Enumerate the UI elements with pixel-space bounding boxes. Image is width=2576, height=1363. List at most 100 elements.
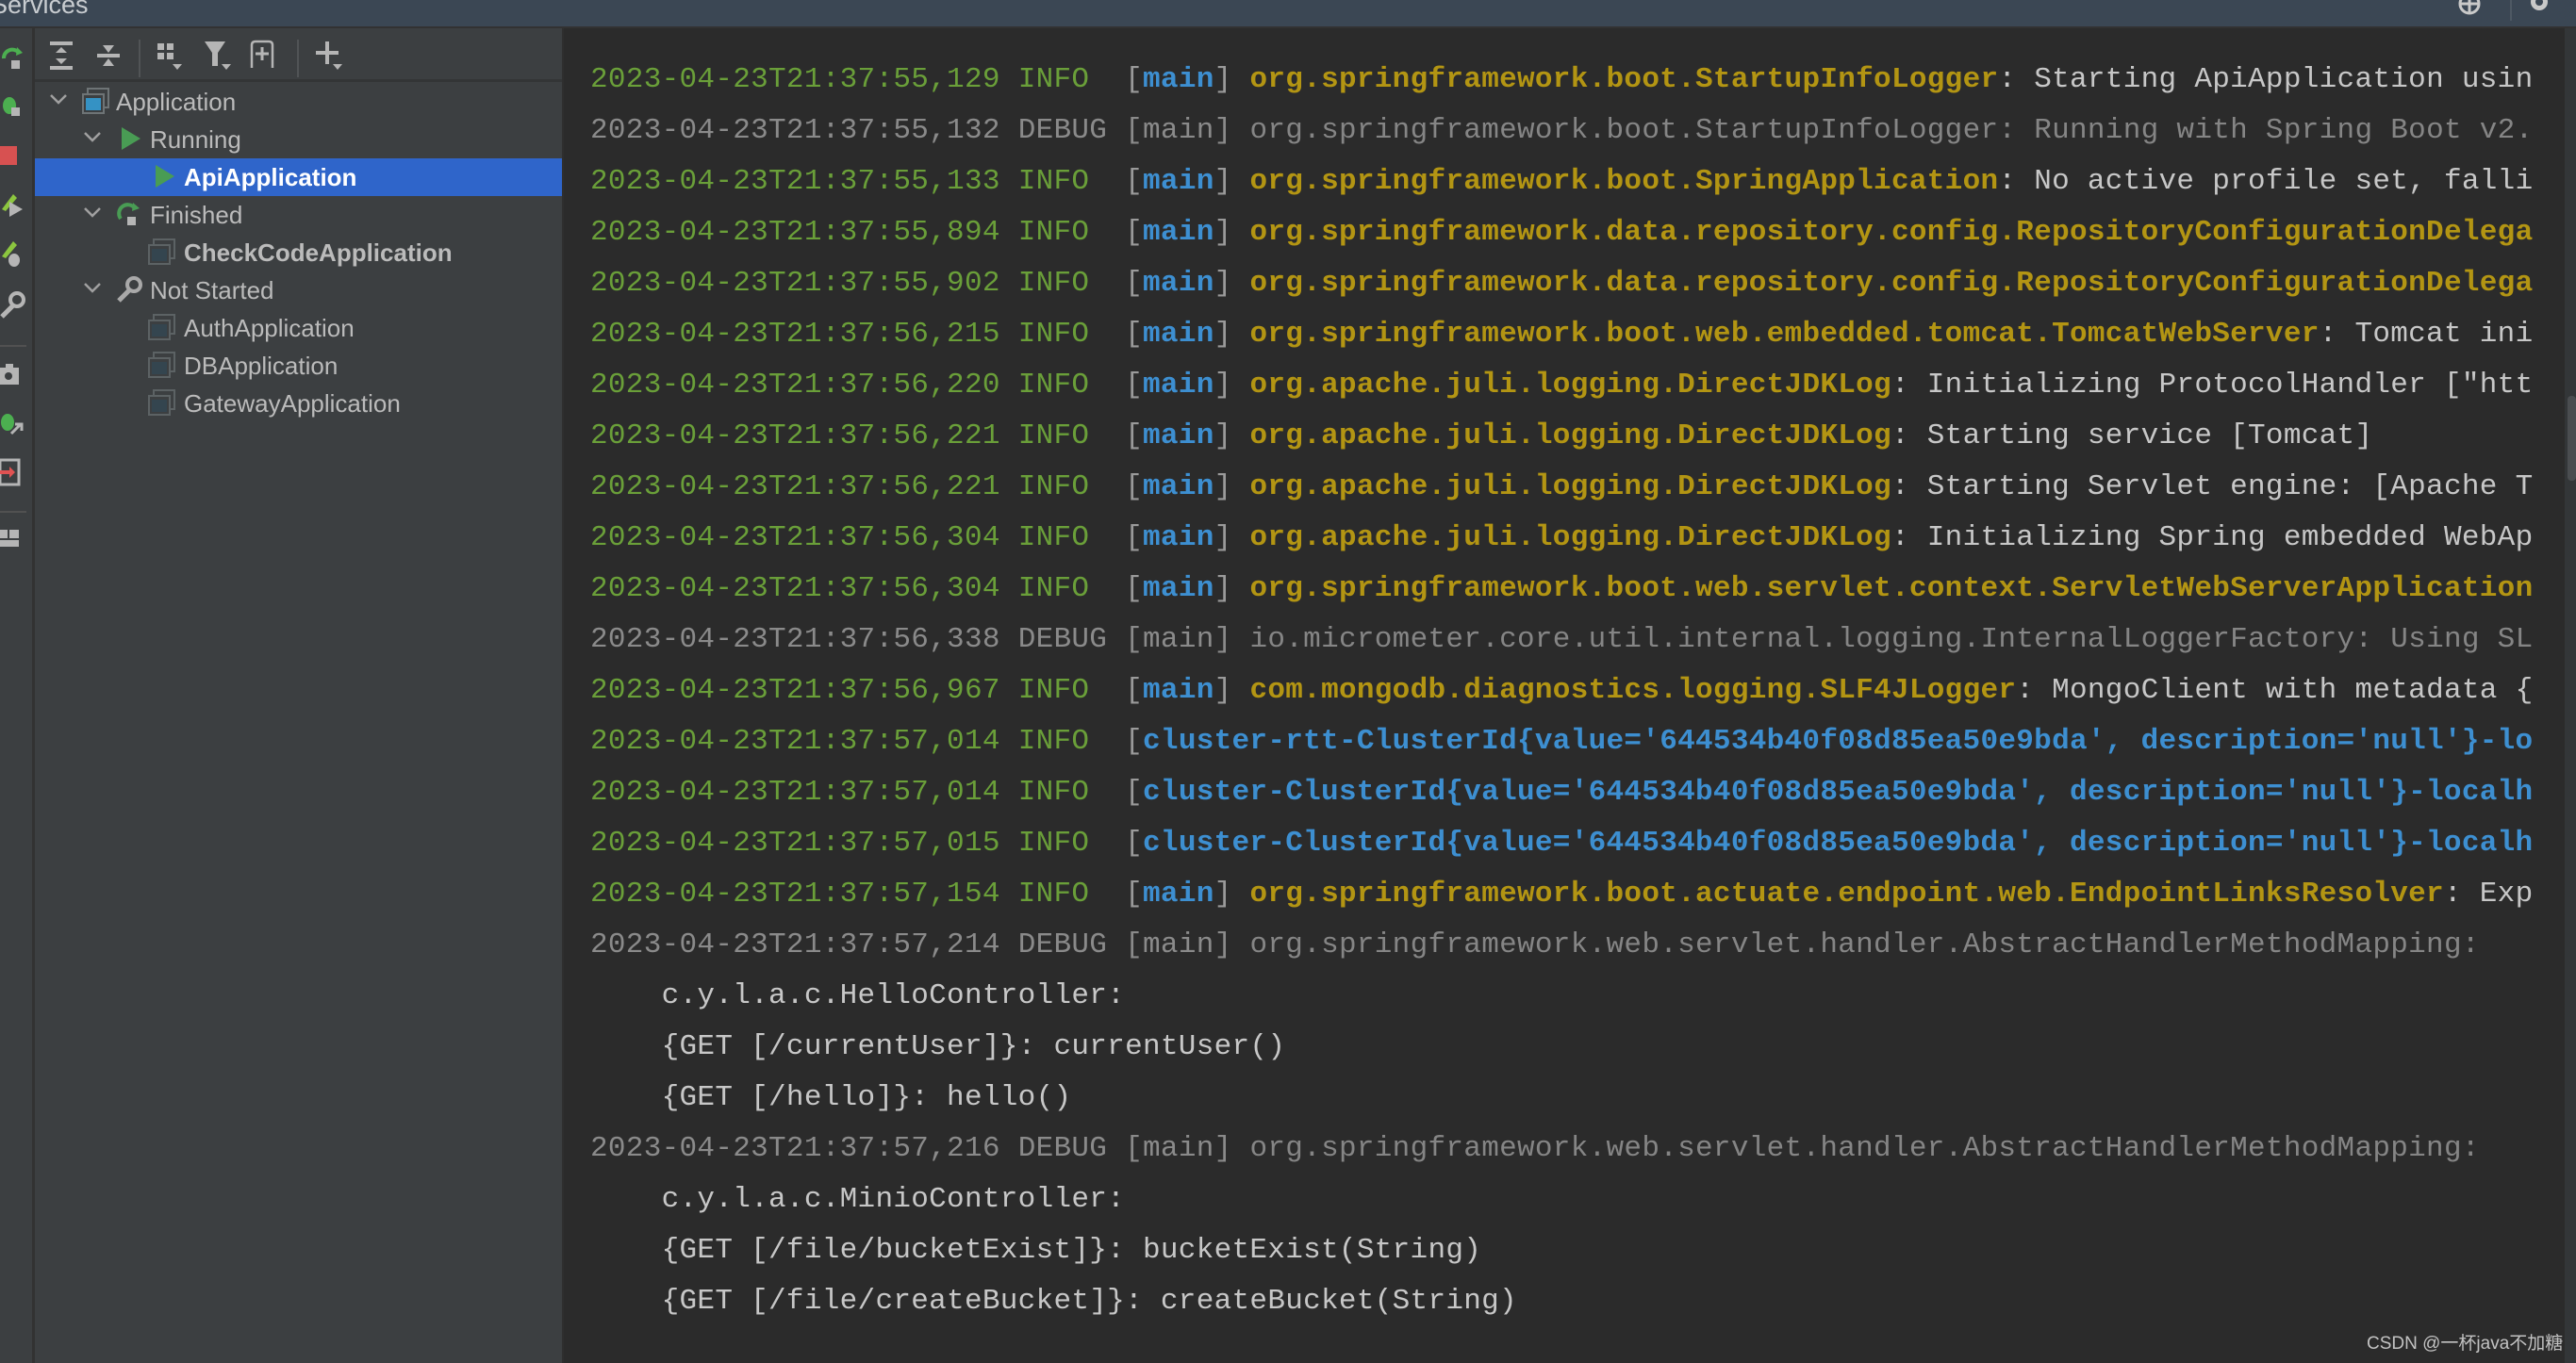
header-separator xyxy=(2510,0,2512,21)
tree-label: AuthApplication xyxy=(184,314,355,342)
tree-node-running[interactable]: Running xyxy=(35,121,562,158)
expand-all-icon[interactable] xyxy=(44,36,78,74)
log-bracket: ] xyxy=(1214,63,1232,96)
log-logger: org.springframework.boot.SpringApplicati… xyxy=(1249,165,1999,198)
log-bracket: [ xyxy=(1125,267,1144,300)
log-level: INFO xyxy=(1017,827,1108,860)
rerun-icon xyxy=(116,200,144,228)
layout-icon[interactable] xyxy=(0,524,28,556)
log-message: : Running with Spring Boot v2. xyxy=(1998,114,2534,147)
debug-rerun-icon[interactable] xyxy=(0,90,28,123)
log-bracket: [ xyxy=(1125,114,1144,147)
log-level: INFO xyxy=(1017,267,1108,300)
exit-icon[interactable] xyxy=(0,456,28,488)
log-timestamp: 2023-04-23T21:37:57,214 xyxy=(590,928,1000,961)
log-text: {GET [/file/createBucket]}: createBucket… xyxy=(590,1285,1517,1318)
console-scrollbar[interactable] xyxy=(2565,28,2576,1363)
chevron-down-icon[interactable] xyxy=(82,277,103,298)
tree-item-gatewayapplication[interactable]: GatewayApplication xyxy=(35,385,562,422)
log-timestamp: 2023-04-23T21:37:55,902 xyxy=(590,267,1000,300)
log-logger: org.springframework.data.repository.conf… xyxy=(1249,267,2534,300)
add-service-icon[interactable] xyxy=(314,36,348,74)
log-line: 2023-04-23T21:37:55,894 INFO [main] org.… xyxy=(590,207,2533,258)
chevron-down-icon[interactable] xyxy=(48,89,69,109)
log-thread: main xyxy=(1143,369,1214,402)
log-thread: main xyxy=(1143,267,1214,300)
log-bracket: ] xyxy=(1214,318,1232,351)
collapse-all-icon[interactable] xyxy=(91,36,125,74)
log-message: : xyxy=(2461,928,2480,961)
action-strip xyxy=(0,28,35,1363)
log-line: 2023-04-23T21:37:55,132 DEBUG [main] org… xyxy=(590,106,2533,156)
tree-node-finished[interactable]: Finished xyxy=(35,196,562,234)
log-timestamp: 2023-04-23T21:37:56,967 xyxy=(590,674,1000,707)
log-continuation: c.y.l.a.c.MinioController: xyxy=(590,1174,1125,1225)
log-line: 2023-04-23T21:37:56,304 INFO [main] org.… xyxy=(590,564,2533,615)
log-message: : No active profile set, falli xyxy=(1998,165,2534,198)
log-bracket: ] xyxy=(1214,114,1232,147)
gear-icon[interactable] xyxy=(2525,0,2553,21)
log-timestamp: 2023-04-23T21:37:57,154 xyxy=(590,878,1000,911)
log-bracket: [ xyxy=(1125,725,1144,758)
toolbar-separator xyxy=(139,40,140,77)
camera-icon[interactable] xyxy=(0,358,28,390)
log-level: INFO xyxy=(1017,572,1108,605)
log-continuation: {GET [/file/createBucket]}: createBucket… xyxy=(590,1276,1517,1327)
globe-icon[interactable] xyxy=(2455,0,2484,21)
log-timestamp: 2023-04-23T21:37:56,215 xyxy=(590,318,1000,351)
log-thread: cluster-ClusterId{value='644534b40f08d85… xyxy=(1143,827,2534,860)
log-timestamp: 2023-04-23T21:37:56,221 xyxy=(590,419,1000,452)
services-tree-panel: Application Running ApiApplication Finis… xyxy=(35,28,564,1363)
log-thread: main xyxy=(1143,521,1214,554)
log-bracket: ] xyxy=(1214,369,1232,402)
attach-debugger-icon[interactable] xyxy=(0,407,28,439)
chevron-down-icon[interactable] xyxy=(82,126,103,147)
log-level: INFO xyxy=(1017,419,1108,452)
tree-label: Not Started xyxy=(150,276,274,304)
application-icon xyxy=(148,351,176,379)
tree-item-checkcodeapplication[interactable]: CheckCodeApplication xyxy=(35,234,562,271)
tool-window-header: Services xyxy=(0,0,2576,28)
tree-label: DBApplication xyxy=(184,352,339,380)
log-continuation: c.y.l.a.c.HelloController: xyxy=(590,971,1125,1022)
log-timestamp: 2023-04-23T21:37:56,304 xyxy=(590,521,1000,554)
rerun-icon[interactable] xyxy=(0,41,28,74)
debug-boot-icon[interactable] xyxy=(0,238,28,270)
application-icon xyxy=(148,388,176,417)
log-bracket: ] xyxy=(1214,878,1232,911)
log-timestamp: 2023-04-23T21:37:55,894 xyxy=(590,216,1000,249)
wrench-icon[interactable] xyxy=(0,288,28,320)
new-tab-icon[interactable] xyxy=(248,36,282,74)
console-output[interactable]: 2023-04-23T21:37:55,129 INFO [main] org.… xyxy=(564,28,2565,1363)
tree-label: Running xyxy=(150,125,241,154)
application-icon xyxy=(82,87,110,115)
group-by-icon[interactable] xyxy=(154,36,188,74)
log-level: DEBUG xyxy=(1017,114,1108,147)
filter-icon[interactable] xyxy=(201,36,235,74)
tree-item-authapplication[interactable]: AuthApplication xyxy=(35,309,562,347)
log-timestamp: 2023-04-23T21:37:57,014 xyxy=(590,725,1000,758)
chevron-down-icon[interactable] xyxy=(82,202,103,222)
tree-item-dbapplication[interactable]: DBApplication xyxy=(35,347,562,385)
run-boot-icon[interactable] xyxy=(0,189,28,221)
log-message: : Using SL xyxy=(2354,623,2534,656)
log-bracket: [ xyxy=(1125,623,1144,656)
log-thread: main xyxy=(1143,114,1214,147)
scrollbar-thumb[interactable] xyxy=(2568,396,2576,481)
tree-node-application[interactable]: Application xyxy=(35,83,562,121)
log-timestamp: 2023-04-23T21:37:57,014 xyxy=(590,776,1000,809)
tree-label: ApiApplication xyxy=(184,163,357,191)
log-bracket: ] xyxy=(1214,928,1232,961)
log-thread: main xyxy=(1143,572,1214,605)
log-message: : Initializing Spring embedded WebAp xyxy=(1891,521,2534,554)
log-logger: org.springframework.boot.web.embedded.to… xyxy=(1249,318,2320,351)
application-icon xyxy=(148,313,176,341)
log-bracket: ] xyxy=(1214,572,1232,605)
log-timestamp: 2023-04-23T21:37:55,133 xyxy=(590,165,1000,198)
log-continuation: {GET [/hello]}: hello() xyxy=(590,1073,1071,1124)
stop-icon[interactable] xyxy=(0,140,28,172)
tree-item-apiapplication[interactable]: ApiApplication xyxy=(35,158,562,196)
log-bracket: [ xyxy=(1125,827,1144,860)
tree-node-not-started[interactable]: Not Started xyxy=(35,271,562,309)
log-level: INFO xyxy=(1017,521,1108,554)
